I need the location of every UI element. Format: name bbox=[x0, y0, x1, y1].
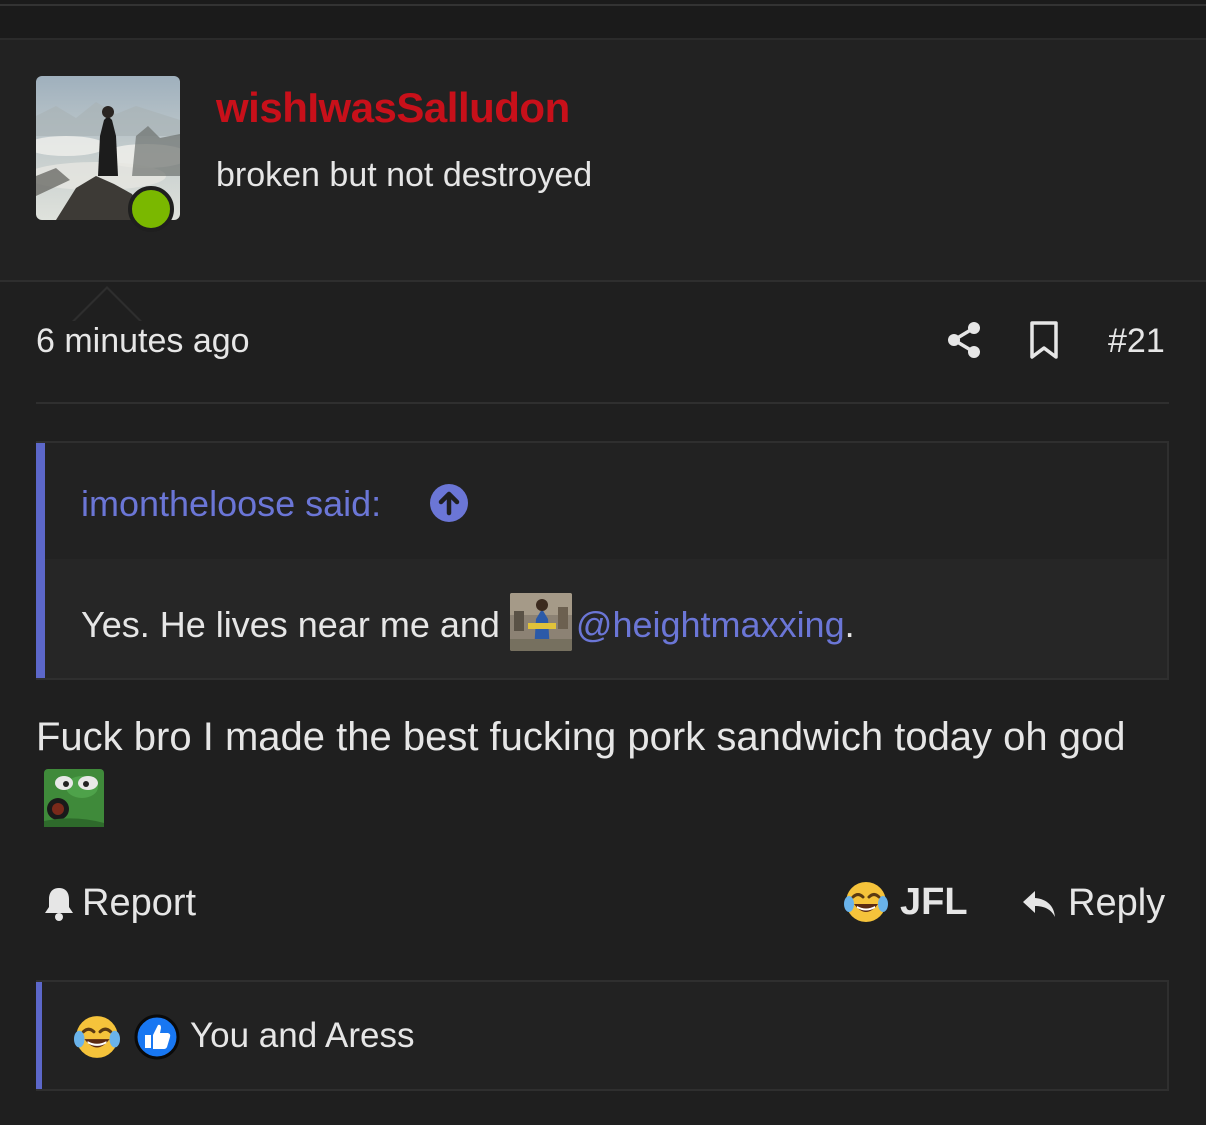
reply-arrow-icon bbox=[1023, 890, 1055, 917]
quote-header: imontheloose said: bbox=[45, 443, 1167, 559]
pepe-emoji-icon bbox=[44, 769, 104, 827]
username[interactable]: wishIwasSalludon bbox=[216, 84, 570, 132]
post-number[interactable]: #21 bbox=[1108, 322, 1165, 361]
top-strip bbox=[0, 0, 1206, 40]
jfl-label: JFL bbox=[900, 880, 968, 923]
quote-text-end: . bbox=[844, 604, 855, 645]
report-label: Report bbox=[82, 882, 197, 924]
share-icon[interactable] bbox=[944, 320, 984, 360]
post-message: Fuck bro I made the best fucking pork sa… bbox=[36, 706, 1169, 832]
bell-icon bbox=[45, 887, 73, 921]
post-meta: 6 minutes ago #21 bbox=[36, 318, 1169, 368]
bookmark-icon[interactable] bbox=[1026, 320, 1062, 360]
reactions-accent-bar bbox=[36, 982, 42, 1089]
online-status-indicator bbox=[128, 186, 174, 232]
post-user-header: wishIwasSalludon broken but not destroye… bbox=[0, 40, 1206, 322]
post-actions: Report JFL Reply bbox=[36, 880, 1169, 934]
reactions-bar: You and Aress bbox=[36, 980, 1169, 1091]
laugh-cry-emoji-icon bbox=[844, 882, 888, 922]
reply-button[interactable]: Reply bbox=[1020, 882, 1165, 925]
quote-accent-bar bbox=[36, 443, 45, 678]
quote-author[interactable]: imontheloose said: bbox=[81, 483, 381, 525]
user-mention[interactable]: @heightmaxxing bbox=[576, 604, 845, 645]
post-message-text: Fuck bro I made the best fucking pork sa… bbox=[36, 715, 1126, 759]
user-title: broken but not destroyed bbox=[216, 156, 593, 194]
report-button[interactable]: Report bbox=[42, 882, 196, 925]
quote-block: imontheloose said: Yes. He lives near me… bbox=[36, 441, 1169, 680]
mention-avatar bbox=[509, 593, 572, 651]
meta-divider bbox=[36, 402, 1169, 404]
arrow-up-icon[interactable] bbox=[429, 483, 469, 523]
jfl-reaction-button[interactable]: JFL bbox=[844, 880, 968, 924]
laugh-cry-emoji-icon bbox=[74, 1016, 120, 1058]
thumbs-up-icon bbox=[134, 1014, 180, 1060]
post-time[interactable]: 6 minutes ago bbox=[36, 322, 250, 361]
quote-text: Yes. He lives near me and bbox=[81, 604, 500, 645]
reply-label: Reply bbox=[1068, 882, 1166, 924]
reactions-text[interactable]: You and Aress bbox=[190, 1016, 414, 1056]
quote-body: Yes. He lives near me and @heightmaxxing… bbox=[81, 593, 855, 651]
